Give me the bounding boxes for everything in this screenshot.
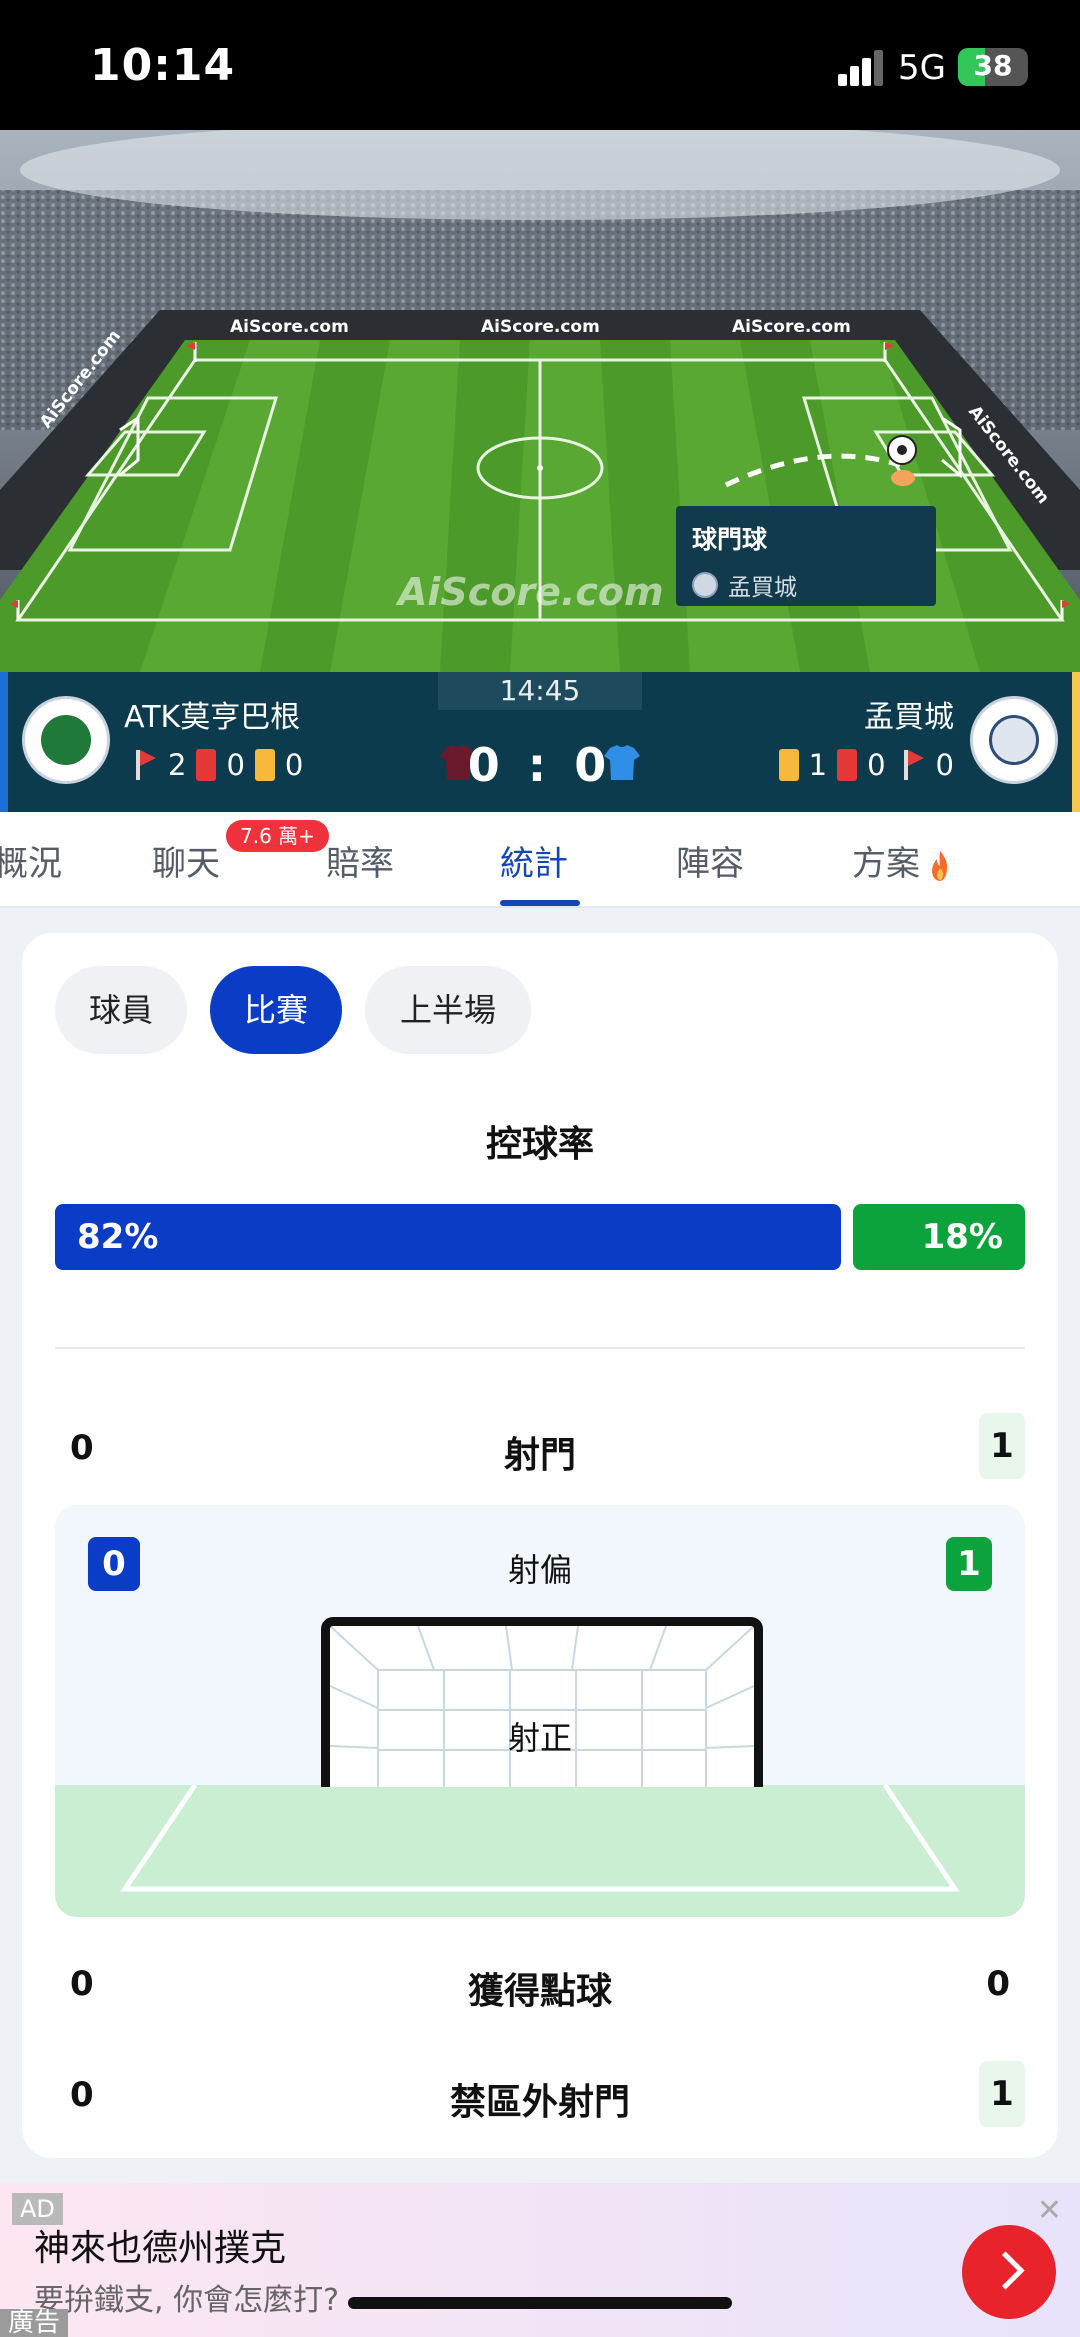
network-type: 5G: [898, 48, 946, 88]
penalties-label: 獲得點球: [467, 1971, 612, 2012]
possession-title: 控球率: [485, 1124, 594, 1165]
away-team-name[interactable]: 孟買城: [864, 692, 954, 736]
away-red-cards: 0: [867, 748, 886, 782]
ad-subtitle: 要拚鐵支, 你會怎麼打?: [34, 2283, 339, 2318]
home-team-logo[interactable]: [22, 696, 110, 784]
tab-plans[interactable]: 方案: [852, 836, 952, 885]
on-target-label: 射正: [507, 1719, 572, 1757]
match-field[interactable]: AiScore.com AiScore.com AiScore.com AiSc…: [0, 130, 1080, 672]
away-shirt-icon: [604, 745, 640, 780]
divider: [55, 1347, 1025, 1349]
scoreboard-edge-left: [0, 672, 8, 812]
home-team-stats: 2 0 0: [128, 748, 303, 782]
scoreboard-edge-right: [1072, 672, 1080, 812]
ad-banner[interactable]: AD 神來也德州撲克 要拚鐵支, 你會怎麼打? 廣告 ✕: [0, 2183, 1080, 2337]
tab-bar: 概況 聊天 7.6 萬+ 賠率 統計 陣容 方案: [0, 812, 1080, 908]
penalties-away: 0: [986, 1964, 1010, 2004]
tab-lineup[interactable]: 陣容: [676, 836, 744, 885]
goal-net: [330, 1626, 754, 1787]
shots-label: 射門: [503, 1435, 576, 1476]
home-team-name[interactable]: ATK莫亨巴根: [124, 692, 300, 736]
off-target-label: 射偏: [507, 1551, 572, 1589]
pitch-watermark: AiScore.com: [398, 570, 664, 614]
ad-board-3: AiScore.com: [732, 317, 851, 337]
ad-board-2: AiScore.com: [481, 317, 600, 337]
red-card-icon: [196, 749, 217, 781]
tab-plans-label: 方案: [852, 844, 920, 884]
ad-title: 神來也德州撲克: [34, 2228, 287, 2269]
off-target-away: 1: [946, 1537, 992, 1591]
tab-stats[interactable]: 統計: [500, 836, 568, 885]
active-tab-indicator: [500, 900, 580, 906]
home-corners: 2: [168, 748, 187, 782]
chip-first-half[interactable]: 上半場: [365, 966, 531, 1054]
tab-odds[interactable]: 賠率: [326, 836, 394, 885]
shot-map: 0 射偏 1 射正: [55, 1505, 1025, 1917]
outside-box-label: 禁區外射門: [449, 2082, 630, 2123]
event-card: 球門球 孟買城: [676, 506, 936, 606]
status-time: 10:14: [90, 40, 236, 91]
yellow-card-icon: [778, 749, 799, 781]
event-team-name: 孟買城: [728, 575, 797, 601]
event-title: 球門球: [692, 525, 768, 554]
app-root: 10:14 5G 38 AiScore.com AiScore.com AiSc…: [0, 0, 1080, 2337]
fire-icon: [932, 850, 948, 881]
away-yellow-cards: 1: [808, 748, 828, 782]
battery-icon: 38: [958, 48, 1028, 86]
stats-panel: 球員 比賽 上半場 控球率 82% 18% 0 射門 1 0 射偏 1 射正 0…: [22, 933, 1058, 2158]
home-red-cards: 0: [226, 748, 245, 782]
away-team-logo[interactable]: [970, 696, 1058, 784]
tab-chat[interactable]: 聊天: [152, 836, 220, 885]
home-yellow-cards: 0: [284, 748, 304, 782]
chip-players[interactable]: 球員: [55, 966, 187, 1054]
possession-bar-away: 18%: [853, 1204, 1025, 1270]
match-clock: 14:45: [438, 672, 642, 710]
tab-overview[interactable]: 概況: [0, 836, 62, 885]
corner-flag-icon: [896, 748, 926, 782]
chip-match[interactable]: 比賽: [210, 966, 342, 1054]
chat-count-badge: 7.6 萬+: [226, 820, 329, 852]
ad-board-1: AiScore.com: [230, 317, 349, 337]
home-indicator[interactable]: [348, 2297, 732, 2309]
yellow-card-icon: [254, 749, 275, 781]
outside-box-away: 1: [979, 2061, 1025, 2127]
goal-area-grass: [55, 1783, 1025, 1917]
red-card-icon: [837, 749, 858, 781]
ad-arrow-button[interactable]: [962, 2225, 1056, 2319]
close-icon[interactable]: ✕: [1037, 2193, 1062, 2228]
signal-icon: [838, 50, 884, 86]
goal-frame: [321, 1617, 763, 1787]
corner-flag-icon: [128, 748, 158, 782]
possession-bar-home: 82%: [55, 1204, 841, 1270]
away-team-stats: 1 0 0: [778, 748, 954, 782]
ad-footer-label: 廣告: [0, 2309, 69, 2337]
scoreboard: ATK莫亨巴根 2 0 0 14:45 0 : 0 孟買城 1 0 0: [0, 672, 1080, 812]
status-bar: 10:14 5G 38: [0, 0, 1080, 130]
team-mini-logo: [692, 572, 718, 598]
penalty-box-lines: [120, 1783, 960, 1892]
battery-level: 38: [973, 49, 1013, 82]
event-team: 孟買城: [692, 568, 920, 602]
shots-away: 1: [979, 1413, 1025, 1479]
away-corners: 0: [935, 748, 954, 782]
